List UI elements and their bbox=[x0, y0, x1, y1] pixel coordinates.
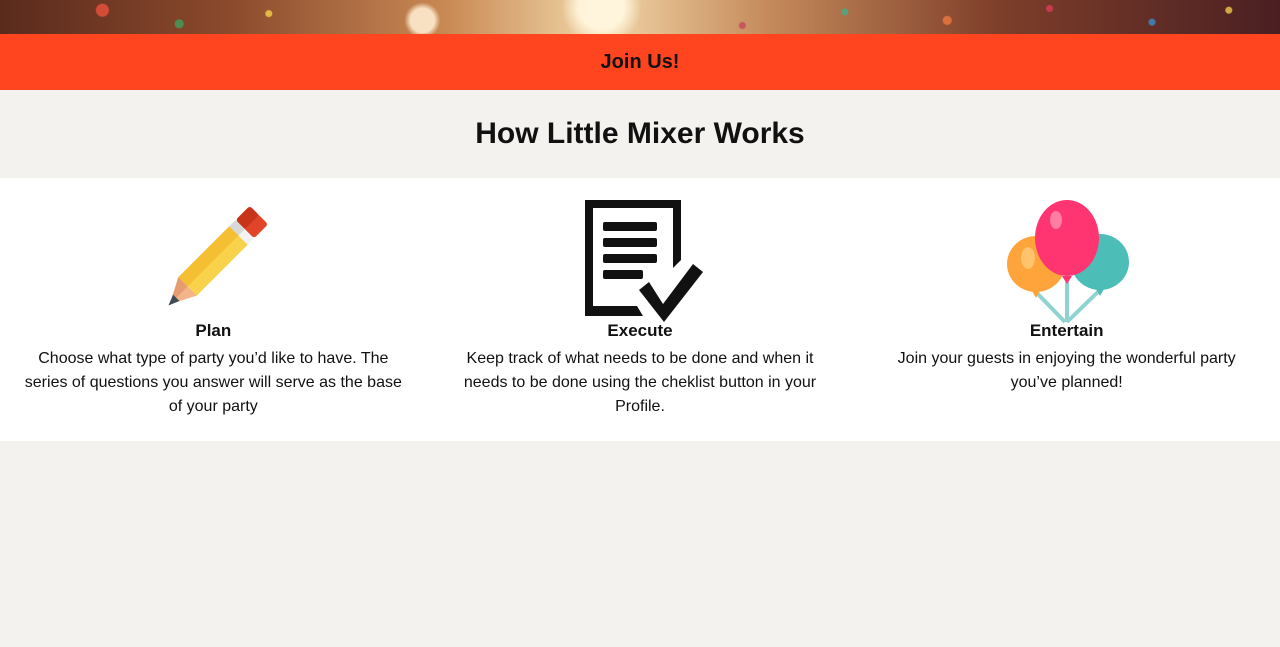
section-title: How Little Mixer Works bbox=[475, 117, 805, 150]
join-us-link[interactable]: Join Us! bbox=[601, 51, 680, 74]
step-description: Keep track of what needs to be done and … bbox=[463, 350, 817, 415]
step-title: Plan bbox=[195, 321, 232, 340]
checklist-icon bbox=[585, 200, 703, 322]
hero-image bbox=[0, 0, 1280, 34]
step-title: Execute bbox=[607, 321, 673, 340]
step-title: Entertain bbox=[1029, 321, 1104, 340]
join-banner: Join Us! bbox=[0, 34, 1280, 90]
step-entertain: Entertain Join your guests in enjoying t… bbox=[853, 178, 1280, 441]
step-description: Join your guests in enjoying the wonderf… bbox=[897, 350, 1236, 391]
steps-panel: Plan Choose what type of party you’d lik… bbox=[0, 178, 1280, 441]
step-execute: Execute Keep track of what needs to be d… bbox=[427, 178, 854, 441]
step-description: Choose what type of party you’d like to … bbox=[24, 350, 402, 415]
how-it-works-header: How Little Mixer Works bbox=[0, 90, 1280, 178]
step-plan: Plan Choose what type of party you’d lik… bbox=[0, 178, 427, 441]
pencil-icon bbox=[168, 207, 268, 306]
balloons-icon bbox=[1006, 200, 1129, 324]
